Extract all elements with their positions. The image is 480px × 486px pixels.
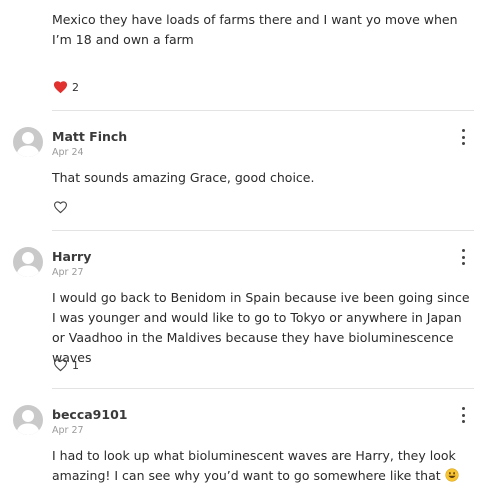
like-count: 2 xyxy=(72,80,79,94)
heart-outline-icon[interactable] xyxy=(53,358,68,372)
comment-actions xyxy=(53,200,72,214)
more-options-icon[interactable] xyxy=(458,249,468,265)
more-options-icon[interactable] xyxy=(458,129,468,145)
heart-outline-icon[interactable] xyxy=(53,200,68,214)
comment-text: That sounds amazing Grace, good choice. xyxy=(52,170,315,185)
comment-body: That sounds amazing Grace, good choice. xyxy=(52,168,472,188)
avatar[interactable] xyxy=(13,405,43,435)
comment-date: Apr 27 xyxy=(52,425,84,436)
comment-text: Mexico they have loads of farms there an… xyxy=(52,12,458,47)
avatar-icon xyxy=(16,252,40,277)
divider xyxy=(52,388,474,389)
comment-body: I had to look up what bioluminescent wav… xyxy=(52,446,472,486)
author-name[interactable]: becca9101 xyxy=(52,407,127,422)
author-name[interactable]: Harry xyxy=(52,249,91,264)
author-name[interactable]: Matt Finch xyxy=(52,129,127,144)
divider xyxy=(52,110,474,111)
comment-text: I would go back to Benidom in Spain beca… xyxy=(52,290,470,365)
avatar[interactable] xyxy=(13,247,43,277)
comment-text: I had to look up what bioluminescent wav… xyxy=(52,448,456,483)
comment-date: Apr 24 xyxy=(52,147,84,158)
like-count: 1 xyxy=(72,358,79,372)
heart-icon[interactable] xyxy=(53,80,68,94)
comment-actions: 1 xyxy=(53,358,79,372)
avatar-icon xyxy=(16,132,40,157)
previous-comment: Mexico they have loads of farms there an… xyxy=(52,10,462,50)
divider xyxy=(52,230,474,231)
avatar[interactable] xyxy=(13,127,43,157)
comment-body: I would go back to Benidom in Spain beca… xyxy=(52,288,472,368)
comment-actions: 2 xyxy=(53,80,79,94)
comment-date: Apr 27 xyxy=(52,267,84,278)
avatar-icon xyxy=(16,410,40,435)
comment-thread: Mexico they have loads of farms there an… xyxy=(0,0,480,483)
more-options-icon[interactable] xyxy=(458,407,468,423)
